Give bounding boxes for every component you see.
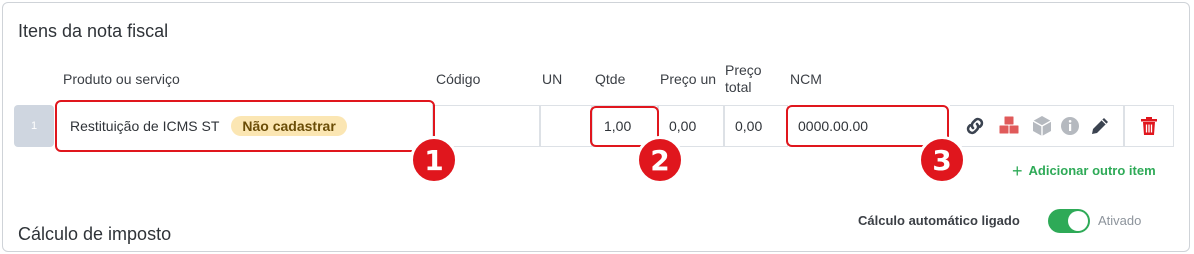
pencil-icon[interactable] xyxy=(1088,114,1112,138)
un-field[interactable] xyxy=(540,105,592,147)
header-preco-total-line2: total xyxy=(725,79,752,95)
add-item-button[interactable]: + Adicionar outro item xyxy=(1012,160,1156,181)
tax-section-title: Cálculo de imposto xyxy=(18,224,172,244)
boxes-icon[interactable] xyxy=(997,114,1021,138)
header-ncm: NCM xyxy=(790,71,822,87)
plus-icon: + xyxy=(1012,160,1023,181)
callout-2: 2 xyxy=(636,136,684,184)
header-preco-un: Preço un xyxy=(660,71,717,87)
header-preco-total: Preço total xyxy=(725,62,762,96)
items-section-title: Itens da nota fiscal xyxy=(18,21,169,41)
auto-calc-label: Cálculo automático ligado xyxy=(858,213,1020,228)
highlight-ncm xyxy=(786,105,949,147)
header-un: UN xyxy=(542,71,563,87)
link-icon[interactable] xyxy=(963,114,987,138)
info-icon[interactable] xyxy=(1059,115,1081,137)
trash-icon[interactable] xyxy=(1137,114,1161,138)
header-produto: Produto ou serviço xyxy=(63,71,180,87)
auto-calc-toggle[interactable] xyxy=(1048,209,1090,233)
box-icon[interactable] xyxy=(1031,114,1053,138)
add-item-label: Adicionar outro item xyxy=(1028,163,1156,178)
preco-total-field: 0,00 xyxy=(724,105,788,147)
header-qtde: Qtde xyxy=(595,71,626,87)
toggle-knob xyxy=(1068,211,1088,231)
row-number: 1 xyxy=(14,105,54,147)
header-preco-total-line1: Preço xyxy=(725,62,762,78)
callout-1: 1 xyxy=(410,136,458,184)
header-codigo: Código xyxy=(436,71,481,87)
callout-3: 3 xyxy=(918,136,966,184)
highlight-product xyxy=(55,100,435,152)
auto-calc-state: Ativado xyxy=(1098,213,1142,228)
